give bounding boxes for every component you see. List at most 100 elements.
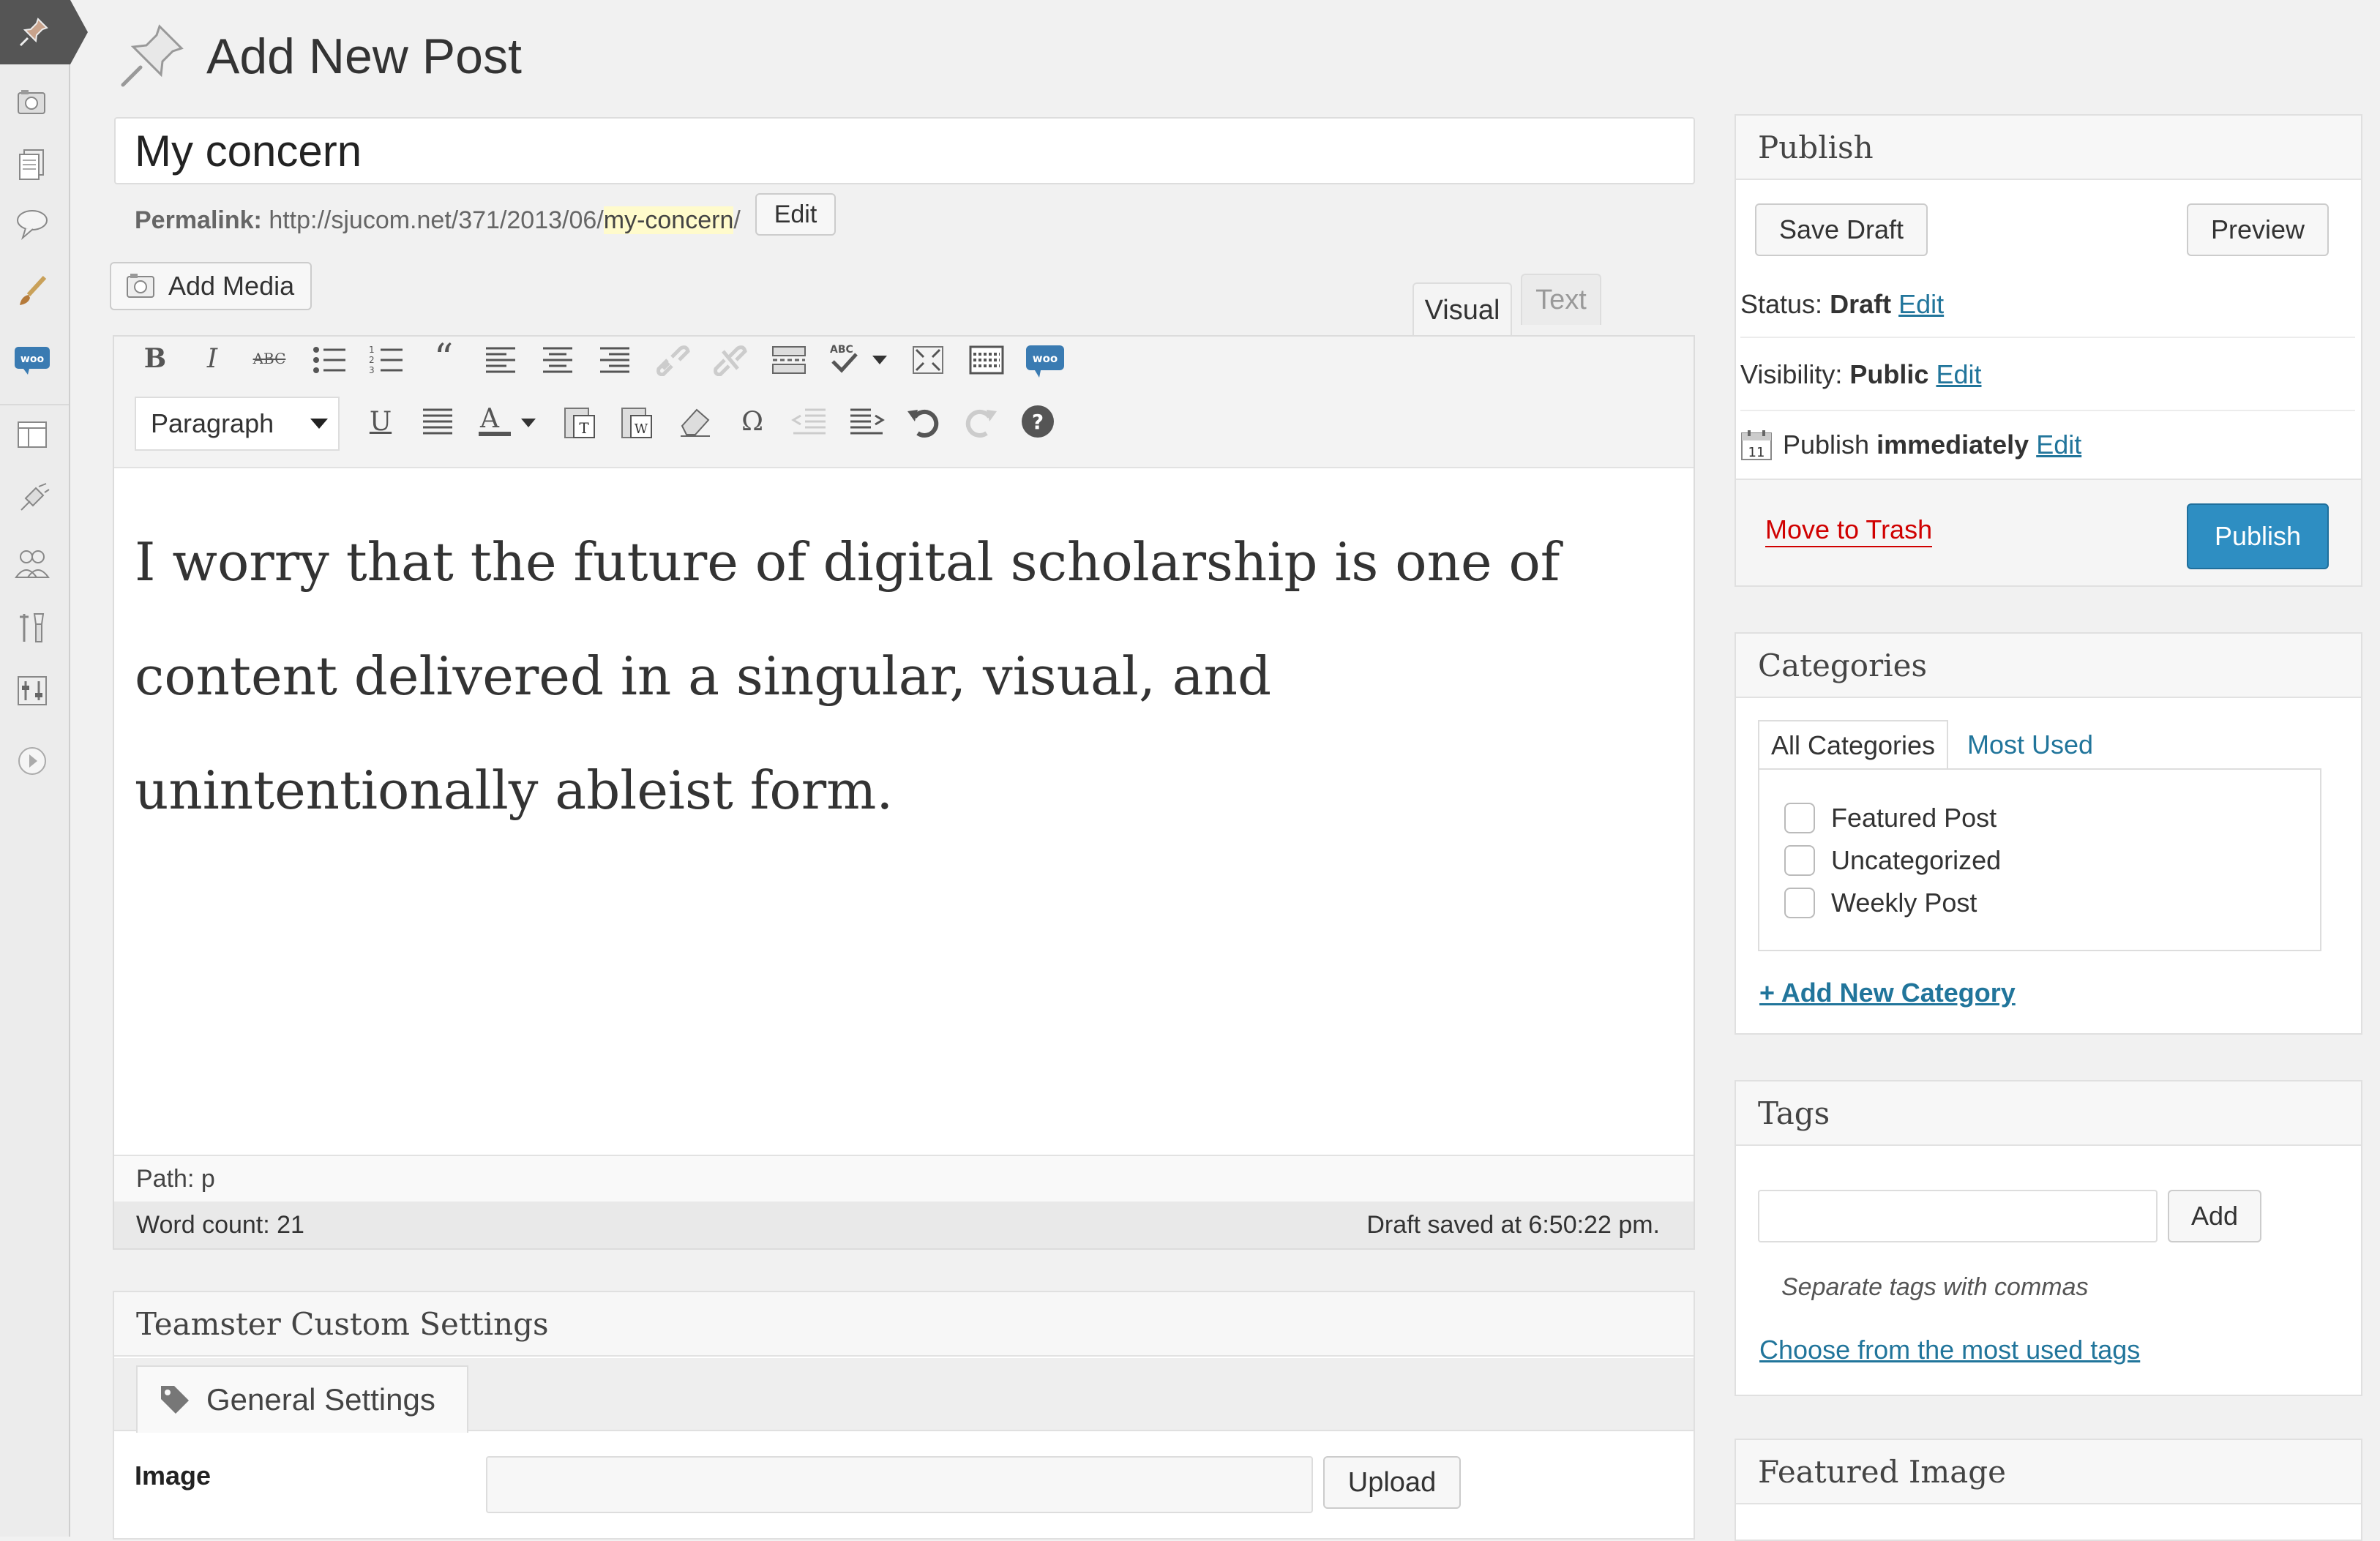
category-item[interactable]: Weekly Post [1784,887,2380,919]
choose-tags-link[interactable]: Choose from the most used tags [1759,1335,2140,1365]
svg-text:W: W [635,421,648,437]
more-tag-icon[interactable] [770,344,808,376]
tags-input[interactable] [1758,1190,2158,1242]
visibility-edit-link[interactable]: Edit [1936,359,1981,390]
add-media-button[interactable]: Add Media [110,262,312,310]
redo-icon[interactable] [962,404,1000,439]
schedule-edit-link[interactable]: Edit [2036,430,2081,460]
outdent-icon[interactable] [790,405,828,438]
sidebar-item-tools[interactable] [12,607,53,648]
spellcheck-icon[interactable]: ABC [828,342,890,378]
svg-text:3: 3 [369,365,375,375]
underline-icon[interactable]: U [362,402,400,440]
woo-shortcode-icon[interactable]: woo [1025,342,1066,380]
move-to-trash-link[interactable]: Move to Trash [1765,514,1933,547]
special-character-icon[interactable]: Ω [733,402,771,440]
sidebar-item-users[interactable] [12,543,53,584]
permalink: Permalink: http://sjucom.net/371/2013/06… [135,206,741,235]
sidebar-item-media[interactable] [12,82,53,123]
plugin-icon [20,483,50,511]
align-center-icon[interactable] [540,344,575,376]
status-edit-link[interactable]: Edit [1898,289,1944,320]
sidebar-item-comments[interactable] [12,203,53,244]
upload-button[interactable]: Upload [1323,1456,1461,1509]
undo-icon[interactable] [905,404,943,439]
category-checkbox[interactable] [1784,888,1815,918]
row-separator [1740,410,2355,411]
svg-text:T: T [579,419,589,437]
media-icon [18,90,45,114]
sidebar-item-appearance[interactable] [12,271,53,312]
editor-toolbar: B I ABC 123 “ ABC woo Paragraph U A T W … [114,337,1694,468]
permalink-edit-button[interactable]: Edit [755,193,836,236]
tab-all-categories[interactable]: All Categories [1758,720,1948,770]
align-right-icon[interactable] [597,344,632,376]
sidebar-item-settings[interactable] [12,670,53,711]
calendar-day: 11 [1748,445,1765,460]
blockquote-icon[interactable]: “ [424,337,463,380]
collapse-icon [18,747,46,775]
post-title-value: My concern [135,126,362,176]
teamster-settings-title: Teamster Custom Settings [114,1292,1694,1357]
sidebar-item-plugins[interactable] [12,479,53,520]
tools-icon [20,613,45,642]
format-select-value: Paragraph [151,408,274,438]
save-draft-button[interactable]: Save Draft [1755,203,1928,256]
pin-icon [19,18,48,47]
align-justify-icon[interactable] [420,405,455,438]
category-checkbox[interactable] [1784,845,1815,876]
tab-general-settings-label: General Settings [206,1382,435,1417]
status-label: Status: [1740,289,1823,319]
add-new-category-link[interactable]: + Add New Category [1759,978,2016,1008]
sidebar-item-pages[interactable] [12,143,53,184]
pages-icon [19,149,44,180]
sidebar-item-posts[interactable] [0,0,88,64]
post-content[interactable]: I worry that the future of digital schol… [135,505,1679,847]
category-label: Uncategorized [1831,845,2002,875]
permalink-slug[interactable]: my-concern [603,206,734,234]
svg-text:?: ? [1032,410,1044,434]
users-icon [15,550,50,578]
brush-icon [20,275,47,305]
admin-sidebar: woo [0,0,88,1537]
link-icon[interactable] [656,344,691,376]
bullet-list-icon[interactable] [310,344,348,376]
align-left-icon[interactable] [483,344,518,376]
format-select[interactable]: Paragraph [135,397,340,451]
fullscreen-icon[interactable] [910,344,946,376]
add-tag-button[interactable]: Add [2168,1190,2261,1242]
sidebar-item-woocommerce[interactable]: woo [12,338,53,379]
woo-icon: woo [15,347,50,375]
editor-statusbar: Word count: 21 Draft saved at 6:50:22 pm… [114,1201,1694,1248]
strikethrough-icon[interactable]: ABC [250,340,288,378]
image-url-input[interactable] [486,1456,1313,1513]
preview-button[interactable]: Preview [2187,203,2329,256]
eraser-icon[interactable] [676,404,714,439]
tags-hint: Separate tags with commas [1781,1273,2089,1301]
paste-word-icon[interactable]: W [618,402,656,440]
image-label: Image [135,1461,212,1491]
category-item[interactable]: Uncategorized [1784,844,2380,877]
category-checkbox[interactable] [1784,803,1815,833]
add-media-label: Add Media [168,271,295,301]
tab-most-used[interactable]: Most Used [1967,720,2093,770]
editor-path: Path: p [114,1155,1694,1201]
text-color-icon[interactable]: A [476,402,543,440]
help-icon[interactable]: ? [1019,402,1057,440]
sidebar-item-layout[interactable] [12,414,53,455]
paste-text-icon[interactable]: T [561,402,599,440]
post-title-input[interactable]: My concern [114,117,1695,184]
tab-visual[interactable]: Visual [1412,282,1512,337]
bold-icon[interactable]: B [136,340,174,378]
tab-text[interactable]: Text [1521,274,1601,325]
category-label: Featured Post [1831,803,1997,833]
italic-icon[interactable]: I [193,340,231,378]
unlink-icon[interactable] [713,344,748,376]
numbered-list-icon[interactable]: 123 [367,344,405,376]
category-item[interactable]: Featured Post [1784,802,2380,834]
sidebar-collapse-button[interactable] [12,740,53,781]
tab-general-settings[interactable]: General Settings [136,1365,468,1433]
kitchen-sink-icon[interactable] [968,344,1006,376]
indent-icon[interactable] [847,405,886,438]
publish-button[interactable]: Publish [2187,503,2329,569]
